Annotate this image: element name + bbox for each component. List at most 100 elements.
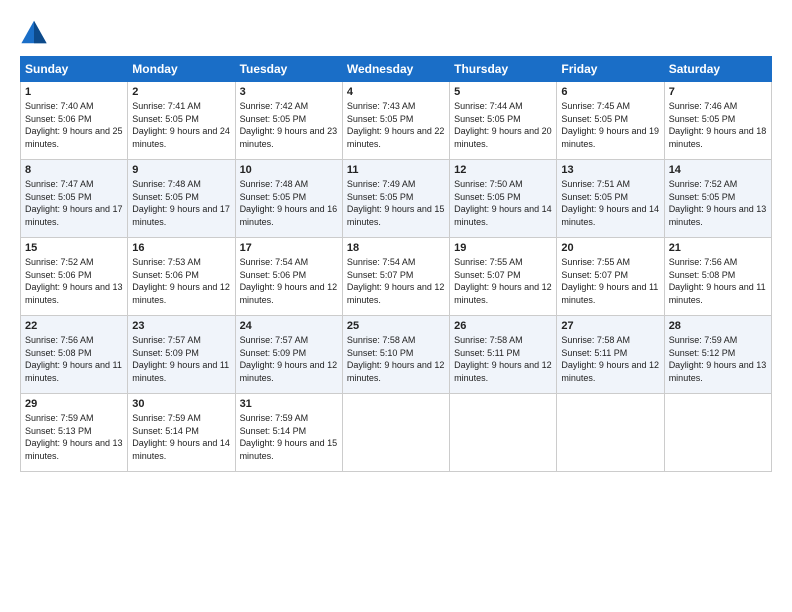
day-info: Sunrise: 7:55 AM Sunset: 5:07 PM Dayligh… bbox=[561, 256, 659, 306]
day-cell bbox=[557, 394, 664, 472]
day-info: Sunrise: 7:56 AM Sunset: 5:08 PM Dayligh… bbox=[669, 256, 767, 306]
day-cell: 26 Sunrise: 7:58 AM Sunset: 5:11 PM Dayl… bbox=[450, 316, 557, 394]
day-cell: 3 Sunrise: 7:42 AM Sunset: 5:05 PM Dayli… bbox=[235, 82, 342, 160]
day-info: Sunrise: 7:43 AM Sunset: 5:05 PM Dayligh… bbox=[347, 100, 445, 150]
day-number: 18 bbox=[347, 242, 445, 254]
day-info: Sunrise: 7:58 AM Sunset: 5:11 PM Dayligh… bbox=[561, 334, 659, 384]
col-header-tuesday: Tuesday bbox=[235, 57, 342, 82]
day-number: 12 bbox=[454, 164, 552, 176]
week-row-4: 22 Sunrise: 7:56 AM Sunset: 5:08 PM Dayl… bbox=[21, 316, 772, 394]
day-cell: 29 Sunrise: 7:59 AM Sunset: 5:13 PM Dayl… bbox=[21, 394, 128, 472]
day-number: 2 bbox=[132, 86, 230, 98]
calendar-header-row: SundayMondayTuesdayWednesdayThursdayFrid… bbox=[21, 57, 772, 82]
day-cell: 13 Sunrise: 7:51 AM Sunset: 5:05 PM Dayl… bbox=[557, 160, 664, 238]
day-number: 28 bbox=[669, 320, 767, 332]
day-cell: 4 Sunrise: 7:43 AM Sunset: 5:05 PM Dayli… bbox=[342, 82, 449, 160]
week-row-3: 15 Sunrise: 7:52 AM Sunset: 5:06 PM Dayl… bbox=[21, 238, 772, 316]
page: SundayMondayTuesdayWednesdayThursdayFrid… bbox=[0, 0, 792, 482]
day-number: 10 bbox=[240, 164, 338, 176]
day-cell: 20 Sunrise: 7:55 AM Sunset: 5:07 PM Dayl… bbox=[557, 238, 664, 316]
header bbox=[20, 18, 772, 46]
day-number: 17 bbox=[240, 242, 338, 254]
day-cell: 16 Sunrise: 7:53 AM Sunset: 5:06 PM Dayl… bbox=[128, 238, 235, 316]
col-header-thursday: Thursday bbox=[450, 57, 557, 82]
day-number: 20 bbox=[561, 242, 659, 254]
day-info: Sunrise: 7:54 AM Sunset: 5:07 PM Dayligh… bbox=[347, 256, 445, 306]
day-number: 19 bbox=[454, 242, 552, 254]
day-cell: 10 Sunrise: 7:48 AM Sunset: 5:05 PM Dayl… bbox=[235, 160, 342, 238]
day-number: 27 bbox=[561, 320, 659, 332]
day-info: Sunrise: 7:54 AM Sunset: 5:06 PM Dayligh… bbox=[240, 256, 338, 306]
day-number: 25 bbox=[347, 320, 445, 332]
day-cell: 25 Sunrise: 7:58 AM Sunset: 5:10 PM Dayl… bbox=[342, 316, 449, 394]
day-cell: 2 Sunrise: 7:41 AM Sunset: 5:05 PM Dayli… bbox=[128, 82, 235, 160]
col-header-wednesday: Wednesday bbox=[342, 57, 449, 82]
col-header-monday: Monday bbox=[128, 57, 235, 82]
day-cell: 12 Sunrise: 7:50 AM Sunset: 5:05 PM Dayl… bbox=[450, 160, 557, 238]
week-row-5: 29 Sunrise: 7:59 AM Sunset: 5:13 PM Dayl… bbox=[21, 394, 772, 472]
day-info: Sunrise: 7:57 AM Sunset: 5:09 PM Dayligh… bbox=[132, 334, 230, 384]
day-cell: 31 Sunrise: 7:59 AM Sunset: 5:14 PM Dayl… bbox=[235, 394, 342, 472]
day-number: 3 bbox=[240, 86, 338, 98]
day-cell: 6 Sunrise: 7:45 AM Sunset: 5:05 PM Dayli… bbox=[557, 82, 664, 160]
day-cell: 18 Sunrise: 7:54 AM Sunset: 5:07 PM Dayl… bbox=[342, 238, 449, 316]
day-cell bbox=[664, 394, 771, 472]
day-info: Sunrise: 7:58 AM Sunset: 5:11 PM Dayligh… bbox=[454, 334, 552, 384]
day-info: Sunrise: 7:56 AM Sunset: 5:08 PM Dayligh… bbox=[25, 334, 123, 384]
day-number: 21 bbox=[669, 242, 767, 254]
day-info: Sunrise: 7:41 AM Sunset: 5:05 PM Dayligh… bbox=[132, 100, 230, 150]
day-cell: 22 Sunrise: 7:56 AM Sunset: 5:08 PM Dayl… bbox=[21, 316, 128, 394]
day-info: Sunrise: 7:48 AM Sunset: 5:05 PM Dayligh… bbox=[240, 178, 338, 228]
day-info: Sunrise: 7:52 AM Sunset: 5:05 PM Dayligh… bbox=[669, 178, 767, 228]
day-info: Sunrise: 7:53 AM Sunset: 5:06 PM Dayligh… bbox=[132, 256, 230, 306]
day-info: Sunrise: 7:50 AM Sunset: 5:05 PM Dayligh… bbox=[454, 178, 552, 228]
day-info: Sunrise: 7:45 AM Sunset: 5:05 PM Dayligh… bbox=[561, 100, 659, 150]
day-number: 6 bbox=[561, 86, 659, 98]
day-info: Sunrise: 7:44 AM Sunset: 5:05 PM Dayligh… bbox=[454, 100, 552, 150]
day-info: Sunrise: 7:59 AM Sunset: 5:14 PM Dayligh… bbox=[132, 412, 230, 462]
day-number: 16 bbox=[132, 242, 230, 254]
day-cell: 30 Sunrise: 7:59 AM Sunset: 5:14 PM Dayl… bbox=[128, 394, 235, 472]
day-info: Sunrise: 7:51 AM Sunset: 5:05 PM Dayligh… bbox=[561, 178, 659, 228]
day-cell: 28 Sunrise: 7:59 AM Sunset: 5:12 PM Dayl… bbox=[664, 316, 771, 394]
day-number: 4 bbox=[347, 86, 445, 98]
col-header-saturday: Saturday bbox=[664, 57, 771, 82]
day-number: 31 bbox=[240, 398, 338, 410]
day-cell: 14 Sunrise: 7:52 AM Sunset: 5:05 PM Dayl… bbox=[664, 160, 771, 238]
day-cell: 7 Sunrise: 7:46 AM Sunset: 5:05 PM Dayli… bbox=[664, 82, 771, 160]
day-number: 29 bbox=[25, 398, 123, 410]
week-row-1: 1 Sunrise: 7:40 AM Sunset: 5:06 PM Dayli… bbox=[21, 82, 772, 160]
day-cell: 19 Sunrise: 7:55 AM Sunset: 5:07 PM Dayl… bbox=[450, 238, 557, 316]
day-cell: 27 Sunrise: 7:58 AM Sunset: 5:11 PM Dayl… bbox=[557, 316, 664, 394]
col-header-friday: Friday bbox=[557, 57, 664, 82]
day-cell: 24 Sunrise: 7:57 AM Sunset: 5:09 PM Dayl… bbox=[235, 316, 342, 394]
day-number: 9 bbox=[132, 164, 230, 176]
day-number: 7 bbox=[669, 86, 767, 98]
day-info: Sunrise: 7:47 AM Sunset: 5:05 PM Dayligh… bbox=[25, 178, 123, 228]
day-info: Sunrise: 7:48 AM Sunset: 5:05 PM Dayligh… bbox=[132, 178, 230, 228]
day-info: Sunrise: 7:58 AM Sunset: 5:10 PM Dayligh… bbox=[347, 334, 445, 384]
day-number: 26 bbox=[454, 320, 552, 332]
day-cell bbox=[450, 394, 557, 472]
day-number: 13 bbox=[561, 164, 659, 176]
day-number: 30 bbox=[132, 398, 230, 410]
day-cell: 11 Sunrise: 7:49 AM Sunset: 5:05 PM Dayl… bbox=[342, 160, 449, 238]
day-info: Sunrise: 7:59 AM Sunset: 5:14 PM Dayligh… bbox=[240, 412, 338, 462]
calendar-table: SundayMondayTuesdayWednesdayThursdayFrid… bbox=[20, 56, 772, 472]
day-cell: 9 Sunrise: 7:48 AM Sunset: 5:05 PM Dayli… bbox=[128, 160, 235, 238]
week-row-2: 8 Sunrise: 7:47 AM Sunset: 5:05 PM Dayli… bbox=[21, 160, 772, 238]
day-cell: 5 Sunrise: 7:44 AM Sunset: 5:05 PM Dayli… bbox=[450, 82, 557, 160]
day-info: Sunrise: 7:57 AM Sunset: 5:09 PM Dayligh… bbox=[240, 334, 338, 384]
day-number: 22 bbox=[25, 320, 123, 332]
day-info: Sunrise: 7:40 AM Sunset: 5:06 PM Dayligh… bbox=[25, 100, 123, 150]
day-cell: 1 Sunrise: 7:40 AM Sunset: 5:06 PM Dayli… bbox=[21, 82, 128, 160]
day-number: 5 bbox=[454, 86, 552, 98]
day-info: Sunrise: 7:52 AM Sunset: 5:06 PM Dayligh… bbox=[25, 256, 123, 306]
logo-icon bbox=[20, 18, 48, 46]
day-number: 8 bbox=[25, 164, 123, 176]
day-number: 11 bbox=[347, 164, 445, 176]
day-number: 14 bbox=[669, 164, 767, 176]
day-number: 24 bbox=[240, 320, 338, 332]
day-info: Sunrise: 7:59 AM Sunset: 5:13 PM Dayligh… bbox=[25, 412, 123, 462]
day-info: Sunrise: 7:46 AM Sunset: 5:05 PM Dayligh… bbox=[669, 100, 767, 150]
